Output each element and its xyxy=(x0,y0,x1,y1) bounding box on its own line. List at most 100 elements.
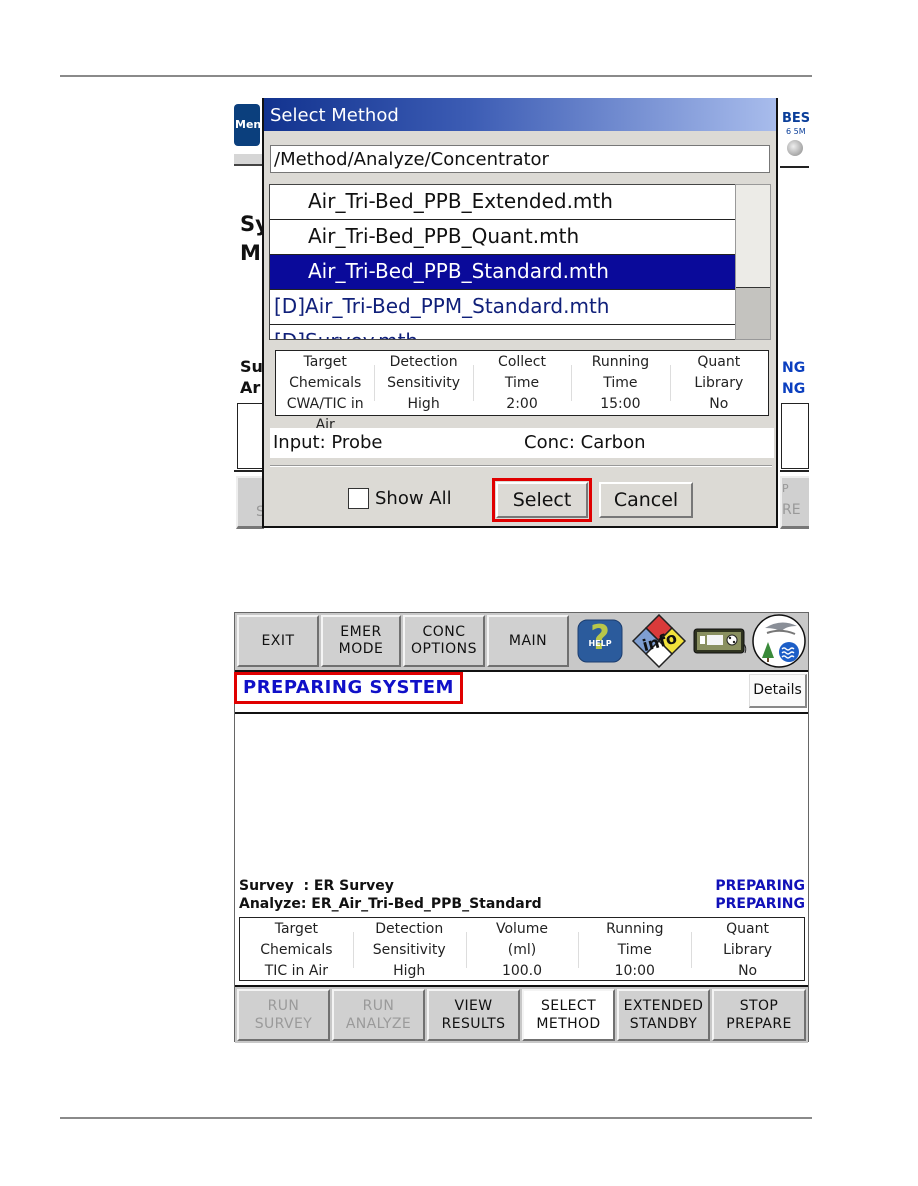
background-knob-icon xyxy=(787,140,803,156)
method-file-list[interactable]: Air_Tri-Bed_PPB_Extended.mth Air_Tri-Bed_… xyxy=(269,184,737,340)
info-value: 2:00 xyxy=(506,396,538,412)
select-button[interactable]: Select xyxy=(492,478,592,522)
preparing-system-status: PREPARING SYSTEM xyxy=(234,672,463,704)
info-header: Time xyxy=(617,942,652,958)
info-header: Detection xyxy=(375,921,444,937)
info-column: Quant Library No xyxy=(669,351,768,415)
info-header: Collect xyxy=(498,354,546,370)
analyze-status: PREPARING xyxy=(715,896,805,912)
scrollbar-thumb[interactable] xyxy=(736,185,770,288)
main-button-label: MAIN xyxy=(508,632,548,649)
extended-standby-button-label: EXTENDED STANDBY xyxy=(623,998,704,1032)
stop-prepare-button[interactable]: STOP PREPARE xyxy=(712,989,806,1041)
view-results-button[interactable]: VIEW RESULTS xyxy=(427,989,520,1041)
main-button[interactable]: MAIN xyxy=(487,615,569,667)
info-header: (ml) xyxy=(507,942,537,958)
info-header: Sensitivity xyxy=(387,375,461,391)
method-info-table: Target Chemicals TIC in Air Detection Sensit… xyxy=(239,917,805,981)
emer-mode-button[interactable]: EMER MODE xyxy=(321,615,401,667)
background-button: S xyxy=(236,476,265,529)
hazard-info-icon[interactable]: info xyxy=(629,614,689,668)
run-survey-button-label: RUN SURVEY xyxy=(254,998,313,1032)
method-path-field[interactable]: /Method/Analyze/Concentrator xyxy=(270,145,770,173)
info-header: Time xyxy=(504,375,540,391)
run-analyze-button[interactable]: RUN ANALYZE xyxy=(332,989,425,1041)
background-menu-button: Men xyxy=(234,104,260,146)
info-header: Quant xyxy=(697,354,741,370)
background-logo-subtext: 6 5M xyxy=(786,127,806,136)
background-status-fragment: NG xyxy=(782,360,806,376)
info-header: Chemicals xyxy=(260,942,333,958)
info-header: Sensitivity xyxy=(372,942,446,958)
run-survey-button[interactable]: RUN SURVEY xyxy=(237,989,330,1041)
background-info-box xyxy=(237,403,265,469)
info-header: Volume xyxy=(495,921,549,937)
info-column: Collect Time 2:00 xyxy=(472,351,571,415)
emer-mode-button-label: EMER MODE xyxy=(338,624,384,657)
stop-prepare-button-label: STOP PREPARE xyxy=(726,998,792,1032)
show-all-toggle[interactable]: Show All xyxy=(348,488,452,509)
details-button[interactable]: Details xyxy=(749,674,807,708)
input-label: Input: Probe xyxy=(273,432,383,453)
exit-button[interactable]: EXIT xyxy=(237,615,319,667)
info-value: No xyxy=(738,963,758,979)
info-value: No xyxy=(709,396,729,412)
conc-options-button[interactable]: CONC OPTIONS xyxy=(403,615,485,667)
top-toolbar: EXIT EMERMODE CONCOPTIONS MAIN ? HELP xyxy=(235,613,808,672)
background-band xyxy=(234,154,264,164)
run-analyze-button-label: RUN ANALYZE xyxy=(345,998,412,1032)
cancel-button[interactable]: Cancel xyxy=(599,482,693,518)
info-header: Target xyxy=(303,354,347,370)
background-divider xyxy=(780,470,809,472)
background-status-fragment: NG xyxy=(782,381,806,397)
info-column: Detection Sensitivity High xyxy=(352,918,466,980)
info-column: Running Time 10:00 xyxy=(578,918,691,980)
status-row: PREPARING SYSTEM Details xyxy=(234,672,808,714)
background-button: P RE xyxy=(780,476,809,529)
info-column: Volume (ml) 100.0 xyxy=(465,918,579,980)
svg-text:HELP: HELP xyxy=(588,639,611,648)
background-divider xyxy=(234,164,264,166)
bottom-toolbar: RUN SURVEY RUN ANALYZE VIEW RESULTS SELECT METH… xyxy=(235,985,808,1043)
info-value: 100.0 xyxy=(501,963,543,979)
info-value: High xyxy=(407,396,440,412)
info-column: Quant Library No xyxy=(691,918,804,980)
page-bottom-rule xyxy=(60,1117,812,1119)
background-analyze-fragment: Ar xyxy=(240,378,261,397)
conc-label: Conc: Carbon xyxy=(524,432,646,453)
select-method-button-label: SELECT METHOD xyxy=(536,998,601,1032)
survey-method-line: Survey : ER Survey xyxy=(239,878,394,894)
help-icon[interactable]: ? HELP xyxy=(573,615,627,667)
input-conc-bar: Input: Probe Conc: Carbon xyxy=(270,428,774,458)
show-all-checkbox[interactable] xyxy=(348,488,369,509)
show-all-label: Show All xyxy=(375,488,452,509)
background-survey-fragment: Su xyxy=(240,357,263,376)
method-file-item[interactable]: Air_Tri-Bed_PPB_Extended.mth xyxy=(270,185,736,220)
info-header: Target xyxy=(274,921,319,937)
info-header: Chemicals xyxy=(289,375,362,391)
method-file-item[interactable]: Air_Tri-Bed_PPB_Quant.mth xyxy=(270,220,736,255)
method-directory-item[interactable]: [D]Survey.mth xyxy=(270,325,736,339)
extended-standby-button[interactable]: EXTENDED STANDBY xyxy=(617,989,710,1041)
info-header: Library xyxy=(723,942,773,958)
info-value: 10:00 xyxy=(614,963,655,979)
select-method-button[interactable]: SELECT METHOD xyxy=(522,989,615,1041)
info-header: Library xyxy=(694,375,744,391)
info-column: Running Time 15:00 xyxy=(571,351,669,415)
exit-button-label: EXIT xyxy=(261,632,295,649)
method-directory-item[interactable]: [D]Air_Tri-Bed_PPM_Standard.mth xyxy=(270,290,736,325)
analyze-method-line: Analyze: ER_Air_Tri-Bed_PPB_Standard xyxy=(239,896,542,912)
method-file-item[interactable]: Air_Tri-Bed_PPB_Standard.mth xyxy=(270,255,736,290)
file-list-scrollbar[interactable] xyxy=(735,184,771,340)
view-results-button-label: VIEW RESULTS xyxy=(441,998,506,1032)
instrument-icon[interactable] xyxy=(691,615,749,667)
environment-icon[interactable] xyxy=(750,614,808,668)
info-header: Running xyxy=(591,354,650,370)
info-value: TIC in Air xyxy=(264,963,329,979)
info-column: Target Chemicals CWA/TIC in Air xyxy=(276,351,374,433)
background-logo-fragment: BES xyxy=(782,111,809,126)
background-button-label: P xyxy=(782,482,789,495)
dialog-title: Select Method xyxy=(264,98,776,131)
conc-options-button-label: CONC OPTIONS xyxy=(410,624,478,657)
background-info-box xyxy=(781,403,809,469)
